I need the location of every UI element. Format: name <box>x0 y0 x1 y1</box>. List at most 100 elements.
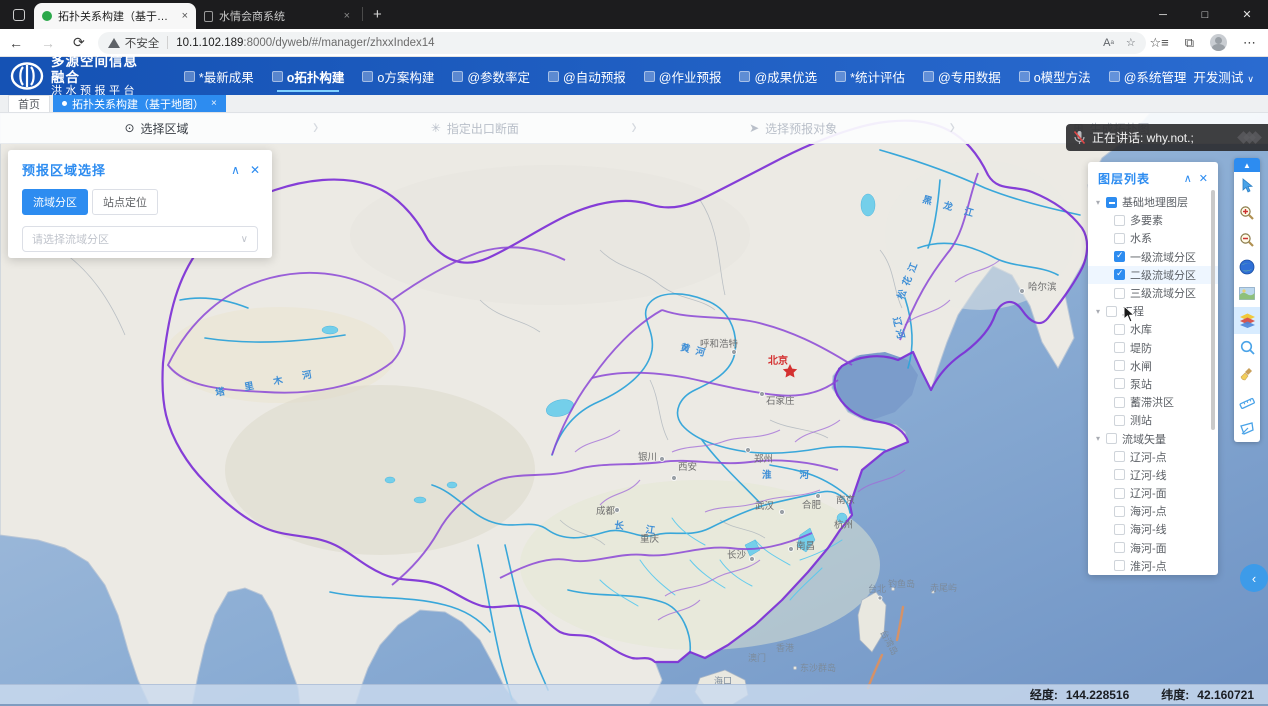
layer-node[interactable]: 辽河-线 <box>1088 466 1218 484</box>
caret-icon[interactable]: ▾ <box>1096 198 1106 207</box>
layer-node[interactable]: 辽河-点 <box>1088 448 1218 466</box>
menu-item-job-forecast[interactable]: @作业预报 <box>637 57 729 95</box>
tab-close-icon[interactable]: × <box>211 98 217 109</box>
scrollbar-thumb[interactable] <box>1211 190 1215 430</box>
toolbar-collapse-icon[interactable]: ▲ <box>1234 158 1260 172</box>
forward-icon[interactable]: → <box>32 35 64 51</box>
checkbox[interactable] <box>1114 288 1125 299</box>
browser-tab-active[interactable]: 拓扑关系构建（基于地图）- 多 × <box>34 3 196 29</box>
menu-item-latest[interactable]: *最新成果 <box>177 57 261 95</box>
layer-node[interactable]: 水系 <box>1088 229 1218 247</box>
read-aloud-icon[interactable]: Aᵃ <box>1103 37 1114 49</box>
pointer-icon[interactable] <box>1234 172 1260 199</box>
menu-item-special-data[interactable]: @专用数据 <box>916 57 1008 95</box>
tab-basin-partition[interactable]: 流域分区 <box>22 189 88 215</box>
checkbox[interactable] <box>1114 378 1125 389</box>
menu-item-result-select[interactable]: @成果优选 <box>732 57 824 95</box>
checkbox[interactable] <box>1114 233 1125 244</box>
layer-node[interactable]: 测站 <box>1088 411 1218 429</box>
layer-node[interactable]: 海河-线 <box>1088 520 1218 538</box>
layer-node-project[interactable]: ▾工程 <box>1088 302 1218 320</box>
checkbox-checked[interactable] <box>1114 251 1125 262</box>
panel-collapse-button[interactable]: ‹ <box>1240 564 1268 592</box>
add-favorite-icon[interactable]: ☆ <box>1126 36 1136 49</box>
menu-item-system[interactable]: @系统管理 <box>1102 57 1194 95</box>
globe-icon[interactable] <box>1234 253 1260 280</box>
basemap-icon[interactable] <box>1234 280 1260 307</box>
measure-distance-icon[interactable] <box>1234 388 1260 415</box>
step-select-region[interactable]: ⊙选择区域 <box>0 120 313 137</box>
collections-icon[interactable]: ⧉ <box>1185 35 1194 51</box>
profile-avatar[interactable] <box>1210 34 1227 51</box>
browser-tab-2[interactable]: 水情会商系统 × <box>196 3 358 29</box>
menu-item-topology[interactable]: o拓扑构建 <box>265 57 352 95</box>
tab-station-locate[interactable]: 站点定位 <box>92 189 158 215</box>
identify-search-icon[interactable] <box>1234 334 1260 361</box>
caret-icon[interactable]: ▾ <box>1096 307 1106 316</box>
menu-item-model[interactable]: o模型方法 <box>1012 57 1098 95</box>
user-menu[interactable]: 开发测试∨ <box>1193 67 1254 86</box>
layer-node[interactable]: 一级流域分区 <box>1088 248 1218 266</box>
close-icon[interactable]: ✕ <box>1199 172 1208 185</box>
layer-node[interactable]: 多要素 <box>1088 211 1218 229</box>
layer-node[interactable]: 三级流域分区 <box>1088 284 1218 302</box>
menu-item-stats[interactable]: *统计评估 <box>828 57 912 95</box>
collapse-icon[interactable]: ∧ <box>1184 172 1192 185</box>
checkbox[interactable] <box>1114 360 1125 371</box>
url-field[interactable]: 不安全 10.1.102.189 :8000/dyweb/#/manager/z… <box>98 32 1146 54</box>
layer-node[interactable]: 水闸 <box>1088 357 1218 375</box>
maximize-button[interactable]: □ <box>1184 0 1226 29</box>
tab-close-icon[interactable]: × <box>182 10 188 22</box>
layer-node[interactable]: 二级流域分区 <box>1088 266 1218 284</box>
collapse-icon[interactable]: ∧ <box>231 163 240 177</box>
step-forecast-object[interactable]: ➤选择预报对象 <box>637 120 950 137</box>
layer-node[interactable]: 蓄滞洪区 <box>1088 393 1218 411</box>
layer-node-base[interactable]: ▾基础地理图层 <box>1088 193 1218 211</box>
checkbox[interactable] <box>1114 469 1125 480</box>
checkbox[interactable] <box>1114 415 1125 426</box>
new-tab-button[interactable]: + <box>367 6 388 23</box>
layer-node[interactable]: 海河-点 <box>1088 502 1218 520</box>
tab-actions-icon[interactable] <box>6 4 32 26</box>
checkbox[interactable] <box>1114 506 1125 517</box>
checkbox[interactable] <box>1114 324 1125 335</box>
menu-item-calibration[interactable]: @参数率定 <box>445 57 537 95</box>
checkbox[interactable] <box>1106 433 1117 444</box>
layers-icon[interactable] <box>1234 307 1260 334</box>
favorites-bar-icon[interactable]: ☆≡ <box>1149 35 1168 51</box>
layer-node[interactable]: 海河-面 <box>1088 539 1218 557</box>
checkbox[interactable] <box>1114 542 1125 553</box>
tab-home[interactable]: 首页 <box>8 95 50 112</box>
layer-node-vectors[interactable]: ▾流域矢量 <box>1088 429 1218 447</box>
clear-brush-icon[interactable] <box>1234 361 1260 388</box>
checkbox-indeterminate[interactable] <box>1106 197 1117 208</box>
measure-area-icon[interactable] <box>1234 415 1260 442</box>
layer-node[interactable]: 辽河-面 <box>1088 484 1218 502</box>
refresh-icon[interactable]: ⟳ <box>64 34 94 51</box>
checkbox[interactable] <box>1114 488 1125 499</box>
caret-icon[interactable]: ▾ <box>1096 434 1106 443</box>
step-outlet-section[interactable]: ✳指定出口断面 <box>318 120 631 137</box>
basin-select[interactable]: 请选择流域分区 ∨ <box>22 226 258 252</box>
checkbox[interactable] <box>1114 560 1125 571</box>
checkbox[interactable] <box>1114 215 1125 226</box>
checkbox[interactable] <box>1114 451 1125 462</box>
layer-node[interactable]: 淮河-点 <box>1088 557 1218 575</box>
layer-node[interactable]: 堤防 <box>1088 339 1218 357</box>
checkbox-checked[interactable] <box>1114 269 1125 280</box>
tab-close-icon[interactable]: × <box>344 10 350 22</box>
tab-topology-map[interactable]: 拓扑关系构建（基于地图） × <box>53 95 226 112</box>
checkbox[interactable] <box>1114 397 1125 408</box>
menu-item-auto-forecast[interactable]: @自动预报 <box>541 57 633 95</box>
settings-menu-icon[interactable]: ⋯ <box>1243 35 1256 51</box>
zoom-out-icon[interactable] <box>1234 226 1260 253</box>
layer-node[interactable]: 泵站 <box>1088 375 1218 393</box>
layer-node[interactable]: 水库 <box>1088 320 1218 338</box>
close-button[interactable]: ✕ <box>1226 0 1268 29</box>
checkbox[interactable] <box>1114 342 1125 353</box>
back-icon[interactable]: ← <box>0 35 32 51</box>
close-icon[interactable]: ✕ <box>250 163 260 177</box>
checkbox[interactable] <box>1114 524 1125 535</box>
checkbox[interactable] <box>1106 306 1117 317</box>
zoom-in-icon[interactable] <box>1234 199 1260 226</box>
